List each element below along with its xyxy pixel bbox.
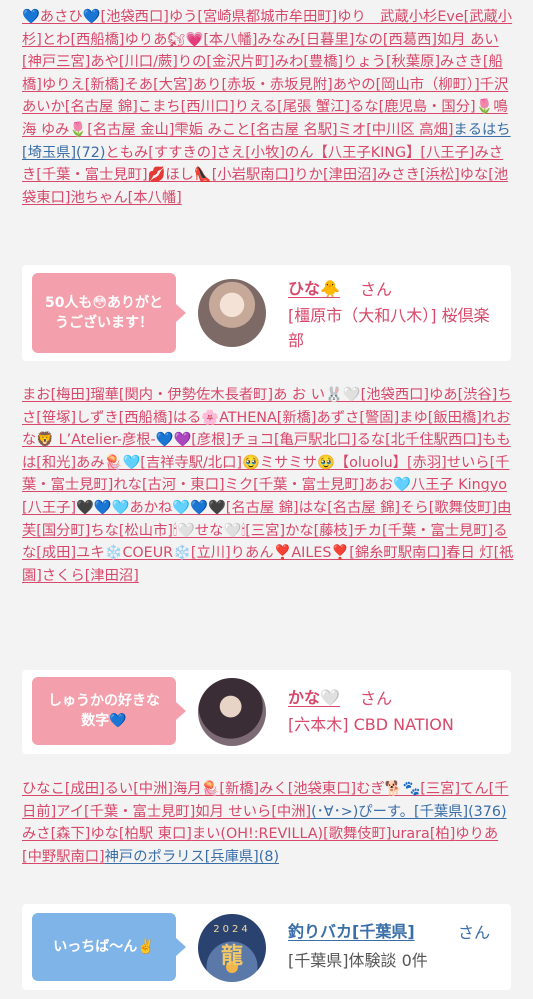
user-link[interactable]: まい(OH!:REVILLA)[歌舞伎町] [192,826,392,842]
user-link[interactable]: むぎ🐕🐾[三宮] [356,781,460,797]
message-bubble: しゅうかの好きな数字💙 [32,677,186,745]
user-link[interactable]: まゆ[飯田橋] [399,410,482,426]
user-link[interactable]: まお[梅田] [22,387,90,403]
user-link[interactable]: るい[中洲] [105,781,173,797]
reviewer-shop: [千葉県]体験談 0件 [288,951,428,970]
user-link[interactable]: みなみ[日暮里] [257,32,354,48]
user-link[interactable]: 瑠華[関内・伊勢佐木長者町] [90,387,273,403]
user-link[interactable]: ゆりえ[新橋] [42,77,125,93]
avatar[interactable]: 2024 龍 [198,914,266,982]
avatar-year-text: 2024 [213,924,251,935]
user-link[interactable]: そあ[大宮] [125,77,193,93]
user-link-list-3: ひなこ[成田]るい[中洲]海月🪼[新橋]みく[池袋東口]むぎ🐕🐾[三宮]てん[千… [22,778,514,868]
user-link[interactable]: しずき[西船橋] [76,410,173,426]
review-card-2: しゅうかの好きな数字💙 かな🤍 さん [六本木] CBD NATION [22,670,511,754]
user-link[interactable]: チョコ[亀戸駅北口] [231,432,357,448]
avatar-kanji-text: 龍 [220,944,243,969]
user-link-list-2: まお[梅田]瑠華[関内・伊勢佐木長者町]あ お い🐰🤍[池袋西口]ゆあ[渋谷] ち… [22,384,514,587]
user-link[interactable]: 🥹ミサミサ🥹【oluolu】[赤羽] [242,455,447,471]
user-link[interactable]: りょう[秋葉原] [343,54,440,70]
message-bubble: 50人も😳ありがとうございます！ [32,273,186,353]
user-link[interactable]: あり[赤坂・赤坂見附] [193,77,333,93]
user-link[interactable]: りえる[尾張 蟹江] [235,99,350,115]
user-link[interactable]: 🕯🤍せな🤍🕯[三宮] [173,523,285,539]
user-link[interactable]: こまち[西川口] [138,99,235,115]
user-link[interactable]: ともみ[すすきの] [105,145,216,161]
user-link[interactable]: あや[川口/蕨] [90,54,177,70]
user-link[interactable]: とわ[西船橋] [42,32,125,48]
user-link[interactable]: ゆな[柏駅 東口] [90,826,191,842]
user-link[interactable]: ユキ❄️COEUR❄️[立川] [76,545,231,561]
user-link[interactable]: るな[鹿児島・国分] [350,99,476,115]
user-link[interactable]: ゆりあ🐿💗[本八幡] [125,32,258,48]
user-link[interactable]: あずさ[警固] [317,410,400,426]
user-link[interactable]: 🖤💙🩵あかね🩵💙🖤[名古屋 錦] [76,500,299,516]
user-link[interactable]: さえ[小牧] [217,145,285,161]
user-link[interactable]: urara[柏] [391,826,455,842]
user-link[interactable]: チカ[千葉・富士見町] [353,523,493,539]
user-link[interactable]: のん【八王子KING】[八王子] [285,145,475,161]
user-link[interactable]: あみ🪼🩵[吉祥寺駅/北口] [76,455,242,471]
user-link[interactable]: はる🌸ATHENA[新橋] [173,410,317,426]
user-link[interactable]: れな[古河・東口] [113,477,224,493]
user-link[interactable]: 海月🪼[新橋] [173,781,259,797]
review-card-3: いっちば〜ん✌️ 2024 龍 釣りバカ[千葉県] さん [千葉県]体験談 0件 [22,904,511,990]
user-link[interactable]: みさき[浜松] [377,167,460,183]
honorific: さん [360,689,393,708]
review-list-page: 💙あさひ💙[池袋西口]ゆう[宮崎県都城市牟田町]ゆり 武蔵小杉Eve[武蔵小杉]… [0,0,533,999]
user-link[interactable]: あ お い🐰🤍[池袋西口] [273,387,429,403]
user-link[interactable]: ひなこ[成田] [22,781,105,797]
user-link[interactable]: ミオ[中川区 高畑] [338,122,454,138]
user-link[interactable]: そら[歌舞伎町] [400,500,497,516]
user-link[interactable]: かな[藤枝] [285,523,353,539]
user-link[interactable]: さくら[津田沼] [42,568,139,584]
avatar[interactable] [198,678,266,746]
reviewer-shop: [六本木] CBD NATION [288,715,454,734]
user-link[interactable]: 💋ほし👠[小岩駅南口] [148,167,295,183]
avatar[interactable] [198,279,266,347]
user-link[interactable]: みさ[森下] [22,826,90,842]
user-link[interactable]: ミク[千葉・富士見町] [225,477,365,493]
message-bubble: いっちば〜ん✌️ [32,913,186,981]
user-link-list-1: 💙あさひ💙[池袋西口]ゆう[宮崎県都城市牟田町]ゆり 武蔵小杉Eve[武蔵小杉]… [22,6,514,209]
user-link[interactable]: 雫姤 みこと[名古屋 名駅] [174,122,337,138]
user-link[interactable]: みわ[豊橋] [275,54,343,70]
reviewer-shop: [橿原市（大和八木）] 桜倶楽部 [288,306,490,350]
user-link[interactable]: りの[金沢片町] [178,54,275,70]
reviewer-name[interactable]: かな🤍 [288,684,340,708]
user-link[interactable]: ゆあ[渋谷] [429,387,497,403]
user-link[interactable]: アイ[千葉・富士見町] [56,804,195,820]
user-link[interactable]: はな[名古屋 錦] [299,500,400,516]
user-link[interactable]: るな[北千住駅西口] [357,432,483,448]
reviewer-name[interactable]: 釣りバカ[千葉県] [288,918,415,942]
user-link[interactable]: りか[津田沼] [294,167,377,183]
user-link[interactable]: なの[西葛西] [354,32,437,48]
user-link[interactable]: (･∀･>)ぴーす。[千葉県](376) [311,804,506,820]
user-link[interactable]: あやの[岡山市（柳町）] [333,77,480,93]
honorific: さん [360,280,393,299]
user-link[interactable]: 池ちゃん[本八幡] [70,190,181,206]
user-link[interactable]: りあん❣️AILES❣️[錦糸町駅南口] [231,545,447,561]
user-link[interactable]: 如月 せいら[中洲] [195,804,311,820]
user-link[interactable]: ちな[松山市] [90,523,173,539]
user-link[interactable]: ゆう[宮崎県都城市牟田町] [169,9,337,25]
reviewer-name[interactable]: ひな🐥 [288,275,340,299]
user-link[interactable]: 💙あさひ💙[池袋西口] [22,9,169,25]
user-link[interactable]: 神戸のポラリス[兵庫県](8) [105,849,279,865]
review-card-1: 50人も😳ありがとうございます！ ひな🐥 さん [橿原市（大和八木）] 桜倶楽部 [22,265,511,361]
user-link[interactable]: みく[池袋東口] [259,781,356,797]
honorific: さん [458,923,491,942]
